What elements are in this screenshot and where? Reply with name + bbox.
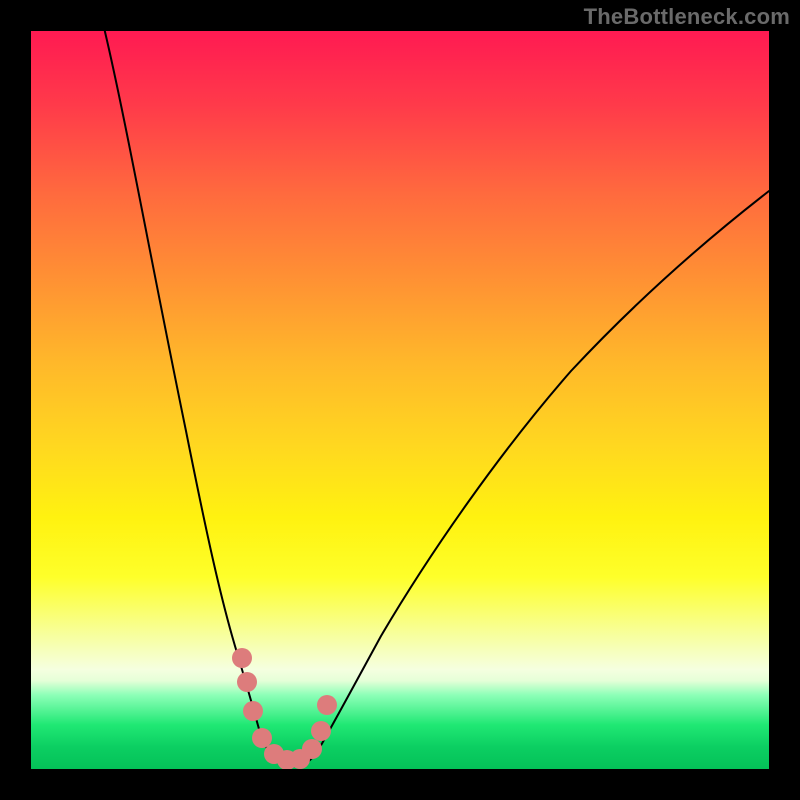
marker-dot xyxy=(302,739,322,759)
marker-dot xyxy=(317,695,337,715)
marker-dot xyxy=(243,701,263,721)
marker-dot xyxy=(237,672,257,692)
marker-dot xyxy=(232,648,252,668)
curve-svg xyxy=(31,31,769,769)
marker-dot xyxy=(311,721,331,741)
marker-group xyxy=(232,648,337,769)
watermark-text: TheBottleneck.com xyxy=(584,4,790,30)
plot-area xyxy=(31,31,769,769)
marker-dot xyxy=(252,728,272,748)
bottleneck-curve xyxy=(105,31,769,765)
curve-layer xyxy=(31,31,769,769)
chart-frame: TheBottleneck.com xyxy=(0,0,800,800)
